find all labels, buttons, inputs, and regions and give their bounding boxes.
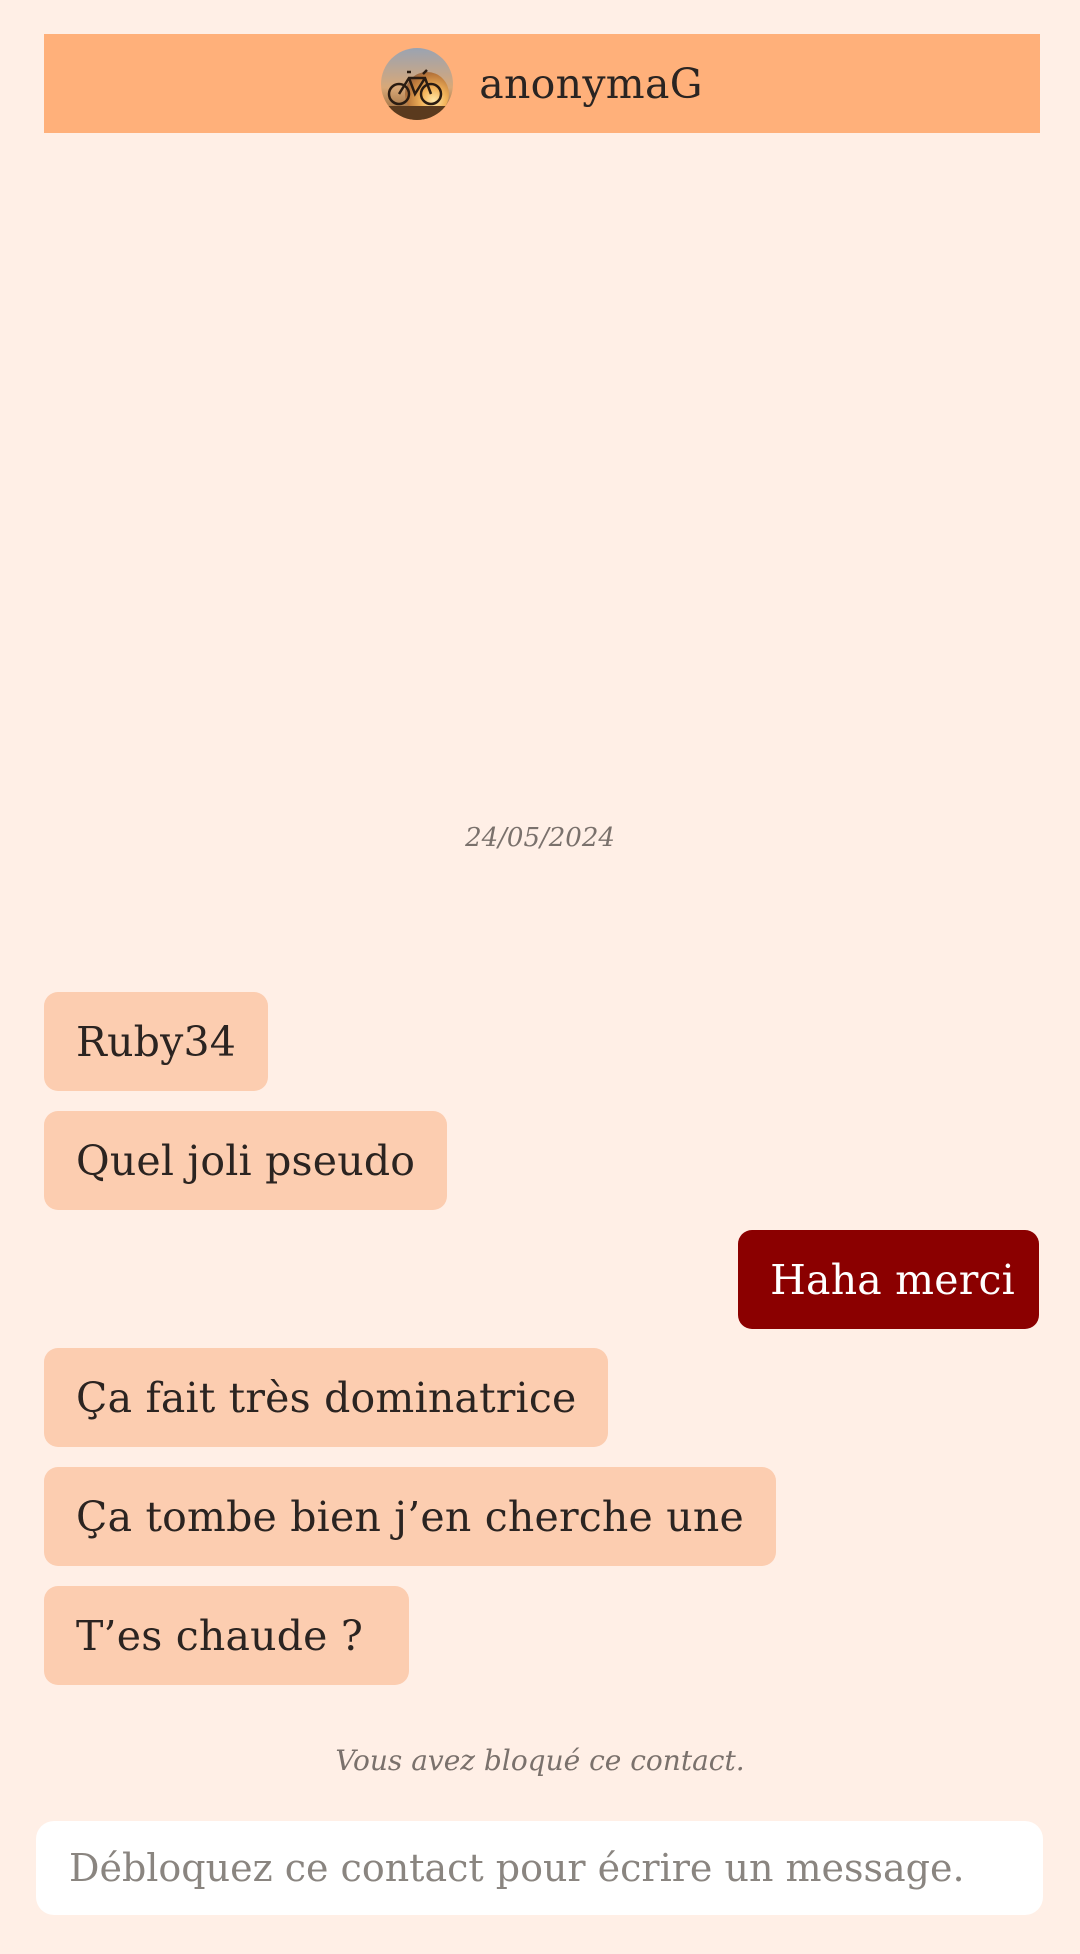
- message-outgoing[interactable]: Haha merci: [738, 1230, 1039, 1329]
- bicycle-icon: [381, 47, 454, 120]
- message-composer: [36, 1821, 1043, 1915]
- message-incoming[interactable]: Ruby34: [44, 992, 269, 1091]
- message-incoming[interactable]: T’es chaude ?: [44, 1586, 410, 1685]
- message-incoming[interactable]: Ça fait très dominatrice: [44, 1348, 609, 1447]
- contact-name: anonymaG: [479, 59, 703, 108]
- blocked-contact-notice: Vous avez bloqué ce contact.: [335, 1744, 745, 1777]
- message-incoming[interactable]: Quel joli pseudo: [44, 1111, 448, 1210]
- message-incoming[interactable]: Ça tombe bien j’en cherche une: [44, 1467, 776, 1566]
- message-input[interactable]: [69, 1846, 1010, 1890]
- contact-avatar[interactable]: [381, 47, 454, 120]
- chat-header: anonymaG: [44, 34, 1040, 133]
- date-separator: 24/05/2024: [465, 823, 615, 853]
